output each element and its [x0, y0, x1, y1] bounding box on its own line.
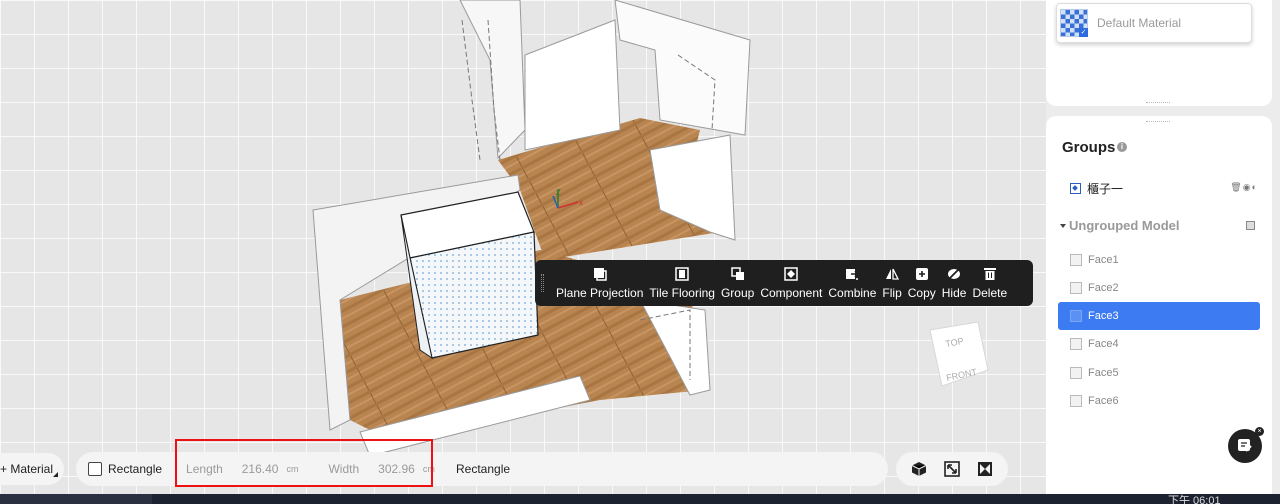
width-label: Width: [328, 462, 360, 476]
feedback-button[interactable]: ×: [1228, 427, 1264, 463]
combine-icon: [846, 268, 860, 280]
select-all-icon[interactable]: [1246, 221, 1255, 230]
hide-label: Hide: [941, 285, 967, 300]
combine-label: Combine: [828, 285, 877, 300]
fullscreen-icon[interactable]: [944, 461, 960, 477]
ungrouped-model-header[interactable]: Ungrouped Model: [1060, 218, 1180, 233]
face-list-item[interactable]: Face2: [1058, 274, 1260, 302]
width-unit: cm: [422, 464, 435, 474]
plane-projection-button[interactable]: Plane Projection: [553, 267, 646, 300]
caret-down-icon: [1060, 224, 1066, 228]
panel-resize-handle[interactable]: [1146, 121, 1170, 122]
tile-flooring-label: Tile Flooring: [649, 285, 715, 300]
flip-label: Flip: [882, 285, 902, 300]
length-input[interactable]: 216.40: [242, 462, 279, 476]
plane-projection-label: Plane Projection: [556, 285, 644, 300]
os-taskbar: 下午 06:01: [0, 494, 1280, 504]
groups-title: Groups: [1062, 139, 1116, 156]
group-item[interactable]: 櫃子一 🗑◉◐: [1070, 179, 1266, 197]
face-label: Face6: [1088, 395, 1119, 407]
copy-label: Copy: [907, 285, 936, 300]
face-checkbox[interactable]: [1070, 254, 1082, 266]
face-checkbox[interactable]: [1070, 395, 1082, 407]
delete-label: Delete: [972, 285, 1008, 300]
edit-note-icon: [1238, 439, 1252, 452]
face-list-item[interactable]: Face4: [1058, 330, 1260, 358]
add-material-label: + Material: [0, 462, 54, 476]
corner-expand-icon: [53, 472, 58, 477]
group-item-label: 櫃子一: [1087, 181, 1124, 196]
toolbar-grip[interactable]: [541, 274, 544, 292]
delete-button[interactable]: Delete: [969, 267, 1010, 300]
face-label: Face1: [1088, 254, 1119, 266]
door-frame-1: [461, 19, 481, 161]
face-checkbox[interactable]: [1070, 367, 1082, 379]
component-icon: [784, 266, 799, 281]
plane-projection-icon: [593, 267, 607, 281]
active-tool-name: Rectangle: [456, 462, 511, 476]
group-icon: [730, 266, 744, 280]
copy-button[interactable]: Copy: [905, 267, 939, 300]
info-icon[interactable]: i: [1117, 142, 1127, 152]
hide-icon: [948, 267, 961, 280]
material-panel: ✓ Default Material: [1046, 0, 1272, 106]
face-label: Face5: [1088, 367, 1119, 379]
ungrouped-model-label: Ungrouped Model: [1069, 218, 1180, 233]
wall-upper-right: [614, 0, 751, 136]
panel-resize-handle[interactable]: [1146, 102, 1170, 103]
face-checkbox[interactable]: [1070, 310, 1082, 322]
flip-icon: [886, 268, 900, 280]
add-material-button[interactable]: + Material: [0, 453, 64, 485]
close-icon[interactable]: ×: [1255, 427, 1264, 436]
svg-text:Z: Z: [556, 188, 561, 197]
context-toolbar: Plane Projection Tile Flooring Group Com…: [535, 260, 1033, 306]
combine-button[interactable]: Combine: [825, 267, 879, 300]
face-list-item-selected[interactable]: Face3: [1058, 302, 1260, 330]
flip-button[interactable]: Flip: [879, 267, 904, 300]
delete-icon: [983, 267, 996, 280]
hide-button[interactable]: Hide: [939, 267, 970, 300]
component-label: Component: [760, 285, 823, 300]
taskbar-search-area[interactable]: [0, 494, 152, 504]
check-icon: ✓: [1079, 28, 1088, 37]
face-checkbox[interactable]: [1070, 338, 1082, 350]
component-icon: [1070, 182, 1081, 194]
material-thumbnail: ✓: [1060, 9, 1088, 37]
group-button[interactable]: Group: [718, 266, 757, 300]
view-cube[interactable]: TOP FRONT: [929, 321, 989, 387]
wall-upper-center: [524, 19, 621, 151]
tile-flooring-button[interactable]: Tile Flooring: [646, 266, 718, 300]
material-item-default[interactable]: ✓ Default Material: [1056, 3, 1252, 43]
fit-view-icon[interactable]: [977, 461, 993, 477]
divider: [176, 459, 178, 479]
dimension-bar: Rectangle Length 216.40 cm Width 302.96 …: [76, 452, 888, 486]
face-checkbox[interactable]: [1070, 282, 1082, 294]
length-label: Length: [186, 462, 223, 476]
copy-icon: [915, 267, 928, 280]
face-list-item[interactable]: Face6: [1058, 387, 1260, 415]
material-item-label: Default Material: [1097, 16, 1182, 30]
rectangle-label: Rectangle: [108, 462, 163, 476]
face-list-item[interactable]: Face5: [1058, 359, 1260, 387]
length-unit: cm: [286, 464, 299, 474]
face-label: Face4: [1088, 338, 1119, 350]
face-list-item[interactable]: Face1: [1058, 246, 1260, 274]
group-actions-icons[interactable]: 🗑◉◐: [1230, 182, 1258, 193]
3d-scene[interactable]: Z x TOP FRONT: [0, 0, 1046, 504]
tile-flooring-icon: [675, 266, 689, 281]
component-button[interactable]: Component: [757, 266, 825, 300]
rectangle-checkbox[interactable]: [88, 462, 102, 476]
face-label: Face2: [1088, 282, 1119, 294]
view-controls: [896, 452, 1008, 486]
svg-text:x: x: [579, 198, 583, 207]
3d-viewport[interactable]: Z x TOP FRONT Plane Projection Tile Floo…: [0, 0, 1046, 504]
face-label: Face3: [1088, 310, 1119, 322]
group-label: Group: [720, 285, 755, 300]
3d-view-icon[interactable]: [911, 461, 927, 477]
width-input[interactable]: 302.96: [378, 462, 415, 476]
